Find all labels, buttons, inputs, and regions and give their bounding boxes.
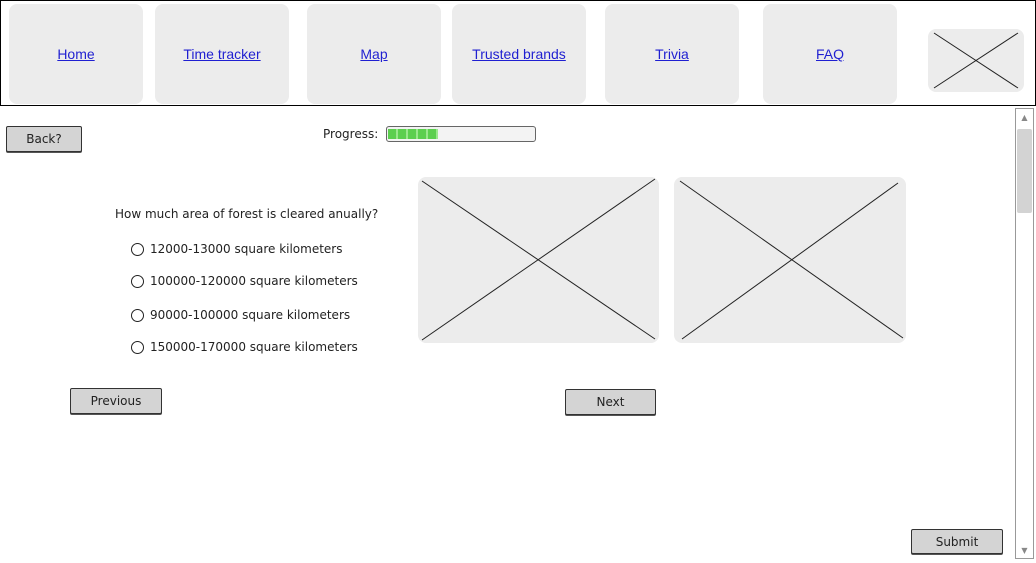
logo-image-placeholder [928,29,1024,92]
progress-label: Progress: [323,127,379,141]
answer-option[interactable]: 150000-170000 square kilometers [131,339,358,355]
previous-button[interactable]: Previous [70,388,162,414]
nav-link-map[interactable]: Map [360,46,387,62]
scroll-down-icon[interactable]: ▼ [1016,542,1033,558]
answer-option-label: 90000-100000 square kilometers [150,308,351,322]
quiz-question: How much area of forest is cleared anual… [115,207,379,221]
progress-bar [386,126,536,142]
nav-item-trivia[interactable]: Trivia [605,4,739,104]
nav-link-trivia[interactable]: Trivia [655,46,689,62]
nav-link-time-tracker[interactable]: Time tracker [183,46,260,62]
answer-option[interactable]: 12000-13000 square kilometers [131,241,343,257]
radio-button[interactable] [131,340,144,354]
nav-item-trusted-brands[interactable]: Trusted brands [452,4,586,104]
next-button-label: Next [596,395,625,409]
answer-option-label: 150000-170000 square kilometers [150,340,358,354]
submit-button-label: Submit [935,534,979,549]
answer-option[interactable]: 100000-120000 square kilometers [131,273,358,289]
question-image-placeholder [418,177,659,343]
nav-link-home[interactable]: Home [57,46,94,62]
back-button-label: Back? [26,132,62,146]
image-placeholder-icon [933,32,1019,89]
image-placeholder-icon [679,180,904,340]
answer-option-label: 100000-120000 square kilometers [150,274,358,288]
radio-button[interactable] [131,274,144,288]
answer-option[interactable]: 90000-100000 square kilometers [131,307,350,323]
radio-button[interactable] [131,308,144,322]
previous-button-label: Previous [90,394,142,408]
radio-button[interactable] [131,242,144,256]
nav-link-trusted-brands[interactable]: Trusted brands [472,46,566,62]
scroll-thumb[interactable] [1017,129,1032,213]
nav-item-faq[interactable]: FAQ [763,4,897,104]
nav-item-time-tracker[interactable]: Time tracker [155,4,289,104]
question-image-placeholder [674,177,906,343]
image-placeholder-icon [421,178,656,341]
nav-item-map[interactable]: Map [307,4,441,104]
answer-option-label: 12000-13000 square kilometers [150,242,343,256]
progress-bar-fill [388,129,438,139]
scroll-up-icon[interactable]: ▲ [1016,109,1033,125]
vertical-scrollbar[interactable]: ▲ ▼ [1015,108,1034,559]
nav-link-faq[interactable]: FAQ [816,46,844,62]
submit-button[interactable]: Submit [911,529,1003,554]
next-button[interactable]: Next [565,389,656,415]
nav-item-home[interactable]: Home [9,4,143,104]
back-button[interactable]: Back? [6,126,82,152]
top-navigation: Home Time tracker Map Trusted brands Tri… [0,0,1036,106]
